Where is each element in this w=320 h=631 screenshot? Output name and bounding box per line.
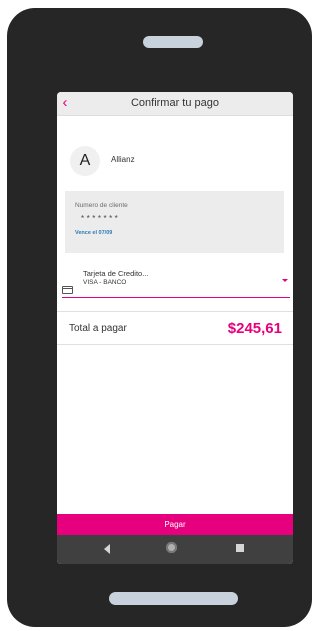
nav-home-icon[interactable] — [166, 542, 177, 553]
nav-back-icon[interactable] — [104, 544, 110, 554]
page-title: Confirmar tu pago — [130, 97, 220, 109]
pay-button[interactable]: Pagar — [57, 514, 293, 535]
payment-method-subtitle: VISA - BANCO — [83, 279, 127, 286]
phone-speaker-top — [143, 36, 203, 48]
total-row: Total a pagar $245,61 — [57, 311, 293, 345]
app-screen: ‹ Confirmar tu pago A Allianz Numero de … — [57, 92, 293, 564]
company-name: Allianz — [111, 155, 135, 164]
total-label: Total a pagar — [69, 323, 127, 334]
client-number-label: Numero de cliente — [75, 202, 128, 209]
top-bar: ‹ Confirmar tu pago — [57, 92, 293, 116]
phone-frame: ‹ Confirmar tu pago A Allianz Numero de … — [7, 8, 312, 627]
client-card: Numero de cliente ******* Vence el 07/09 — [65, 191, 284, 253]
payment-method-title: Tarjeta de Credito... — [83, 269, 149, 278]
dropdown-caret-icon[interactable] — [282, 279, 288, 282]
system-navbar — [57, 535, 293, 564]
expiry-date: Vence el 07/09 — [75, 230, 113, 236]
payment-method-select[interactable]: Tarjeta de Credito... VISA - BANCO — [62, 264, 290, 298]
company-avatar: A — [70, 146, 100, 176]
total-amount: $245,61 — [227, 320, 282, 337]
phone-speaker-bottom — [109, 592, 238, 605]
client-number-value: ******* — [81, 214, 121, 223]
credit-card-icon — [62, 286, 73, 294]
nav-recent-apps-icon[interactable] — [236, 544, 244, 552]
